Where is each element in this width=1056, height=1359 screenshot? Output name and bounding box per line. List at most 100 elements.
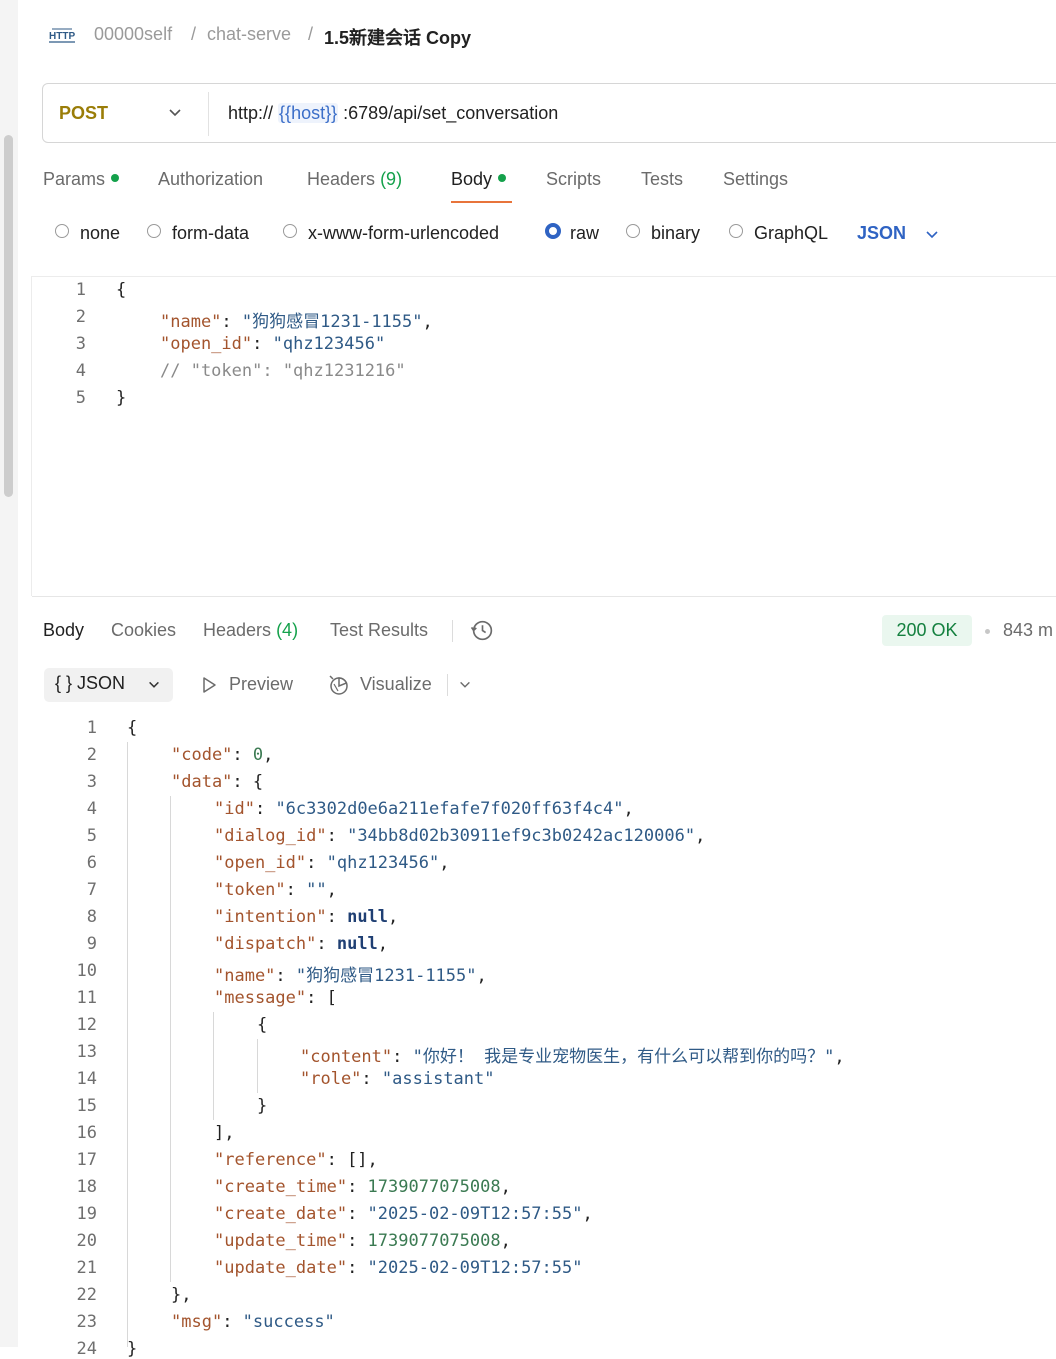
line-number: 4 (86, 799, 97, 819)
radio-graphql-label[interactable]: GraphQL (754, 223, 828, 244)
code-line[interactable]: "reference": [], (214, 1150, 378, 1170)
line-number: 13 (76, 1042, 97, 1062)
tab-headers[interactable]: Headers (9) (307, 169, 402, 190)
editor-border (32, 276, 1056, 277)
breadcrumb-collection[interactable]: chat-serve (207, 24, 291, 45)
url-variable[interactable]: {{host}} (278, 103, 339, 123)
tab-params[interactable]: Params (43, 169, 120, 190)
code-brace: } (116, 388, 127, 408)
url-input[interactable]: http:// {{host}} :6789/api/set_conversat… (228, 103, 558, 124)
code-line[interactable]: "dispatch": null, (214, 934, 388, 954)
line-number: 15 (76, 1096, 97, 1116)
visualize-button[interactable]: Visualize (360, 674, 432, 695)
code-brace: }, (171, 1285, 192, 1305)
radio-urlencoded-label[interactable]: x-www-form-urlencoded (308, 223, 499, 244)
code-line[interactable]: "data": { (171, 772, 263, 792)
code-comment[interactable]: // "token": "qhz1231216" (160, 361, 406, 381)
indent-guide (257, 1039, 258, 1093)
tab-scripts[interactable]: Scripts (546, 169, 601, 190)
radio-binary[interactable] (626, 224, 640, 238)
response-tab-headers[interactable]: Headers (4) (203, 620, 298, 641)
code-line[interactable]: "update_date": "2025-02-09T12:57:55" (214, 1258, 582, 1278)
radio-binary-label[interactable]: binary (651, 223, 700, 244)
chevron-down-icon[interactable] (924, 226, 940, 242)
json-value: "6c3302d0e6a211efafe7f020ff63f4c4" (275, 799, 624, 819)
divider (447, 674, 448, 696)
code-line[interactable]: "role": "assistant" (300, 1069, 495, 1089)
code-line[interactable]: "token": "", (214, 880, 337, 900)
code-line[interactable]: "create_date": "2025-02-09T12:57:55", (214, 1204, 593, 1224)
json-key: "token" (214, 880, 286, 900)
code-line[interactable]: "id": "6c3302d0e6a211efafe7f020ff63f4c4"… (214, 799, 634, 819)
code-brace: { (116, 280, 127, 300)
tab-body[interactable]: Body (451, 169, 507, 190)
json-key: "content" (300, 1047, 393, 1067)
json-key: "dispatch" (214, 934, 317, 954)
response-tab-cookies[interactable]: Cookies (111, 620, 176, 641)
tab-authorization[interactable]: Authorization (158, 169, 263, 190)
code-line[interactable]: "open_id": "qhz123456" (160, 334, 385, 354)
json-key: "name" (214, 966, 276, 986)
code-line[interactable]: "open_id": "qhz123456", (214, 853, 449, 873)
code-line[interactable]: "name": "狗狗感冒1231-1155", (214, 961, 487, 986)
code-line[interactable]: "message": [ (214, 988, 337, 1008)
json-value: "qhz123456" (272, 334, 386, 354)
code-line[interactable]: "code": 0, (171, 745, 273, 765)
status-dot (111, 174, 120, 183)
chevron-down-icon[interactable] (167, 104, 183, 120)
chevron-down-icon[interactable] (147, 678, 161, 692)
code-line[interactable]: "update_time": 1739077075008, (214, 1231, 511, 1251)
radio-raw[interactable] (545, 223, 561, 239)
play-icon[interactable] (200, 676, 218, 694)
visualize-icon[interactable] (327, 673, 351, 697)
chevron-down-icon[interactable] (458, 678, 472, 692)
radio-none[interactable] (55, 224, 69, 238)
preview-button[interactable]: Preview (229, 674, 293, 695)
method-select[interactable]: POST (59, 103, 108, 124)
tab-settings[interactable]: Settings (723, 169, 788, 190)
radio-graphql[interactable] (729, 224, 743, 238)
sidebar-scrollbar[interactable] (4, 135, 13, 497)
line-number: 20 (76, 1231, 97, 1251)
breadcrumb-workspace[interactable]: 00000self (94, 24, 172, 45)
response-tab-test-results[interactable]: Test Results (330, 620, 428, 641)
status-badge[interactable]: 200 OK (882, 615, 972, 646)
response-time[interactable]: 843 m (1003, 620, 1053, 641)
radio-urlencoded[interactable] (283, 224, 297, 238)
radio-raw-label[interactable]: raw (570, 223, 599, 244)
history-icon[interactable] (470, 618, 495, 643)
response-tab-body[interactable]: Body (43, 620, 84, 641)
code-line[interactable]: "create_time": 1739077075008, (214, 1177, 511, 1197)
json-value: "qhz123456" (326, 853, 440, 873)
code-line[interactable]: "msg": "success" (171, 1312, 335, 1332)
url-prefix: http:// (228, 103, 274, 123)
radio-form-data-label[interactable]: form-data (172, 223, 249, 244)
line-number: 22 (76, 1285, 97, 1305)
code-line[interactable]: "name": "狗狗感冒1231-1155", (160, 307, 433, 332)
panel-divider[interactable] (32, 596, 1056, 597)
json-value: "你好！ 我是专业宠物医生，有什么可以帮到你的吗？" (412, 1047, 835, 1067)
line-number: 17 (76, 1150, 97, 1170)
radio-none-label[interactable]: none (80, 223, 120, 244)
json-value: "34bb8d02b30911ef9c3b0242ac120006" (347, 826, 696, 846)
indent-guide (170, 796, 171, 1282)
tab-tests[interactable]: Tests (641, 169, 683, 190)
divider (452, 620, 453, 642)
json-value: 1739077075008 (367, 1231, 501, 1251)
radio-form-data[interactable] (147, 224, 161, 238)
line-number: 6 (86, 853, 97, 873)
language-select[interactable]: JSON (857, 223, 906, 244)
breadcrumb-request[interactable]: 1.5新建会话 Copy (324, 24, 471, 50)
code-line[interactable]: "dialog_id": "34bb8d02b30911ef9c3b0242ac… (214, 826, 705, 846)
json-key: "data" (171, 772, 233, 792)
code-line[interactable]: "intention": null, (214, 907, 398, 927)
json-value: "2025-02-09T12:57:55" (367, 1204, 583, 1224)
json-value: "assistant" (381, 1069, 495, 1089)
json-key: "role" (300, 1069, 362, 1089)
active-tab-indicator (451, 201, 512, 203)
headers-count: (4) (276, 620, 299, 640)
line-number: 7 (86, 880, 97, 900)
json-value: "success" (242, 1312, 335, 1332)
json-key: "msg" (171, 1312, 223, 1332)
code-line[interactable]: "content": "你好！ 我是专业宠物医生，有什么可以帮到你的吗？", (300, 1042, 845, 1067)
